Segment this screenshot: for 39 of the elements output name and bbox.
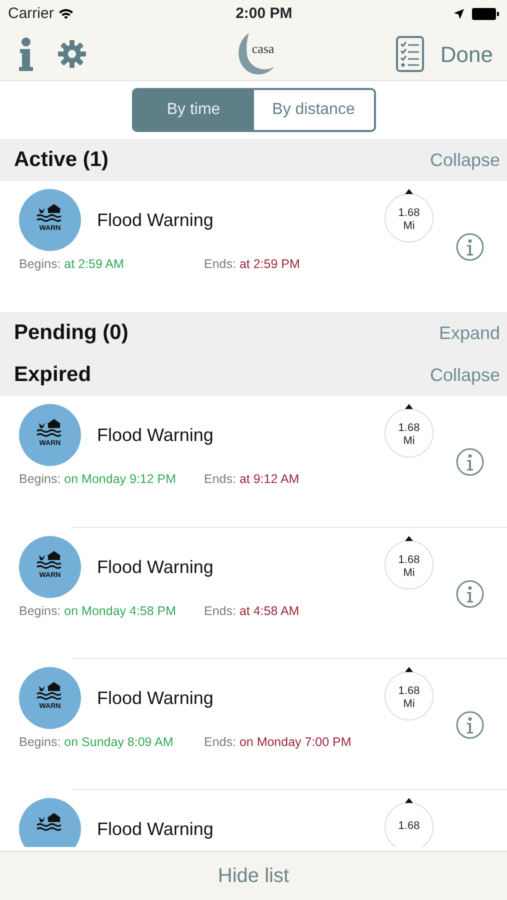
section-toggle-button[interactable]: Collapse	[430, 146, 500, 174]
info-icon[interactable]	[456, 580, 484, 608]
begins-time: Begins: on Sunday 8:09 AM	[19, 734, 174, 751]
info-icon[interactable]	[456, 711, 484, 739]
checklist-icon[interactable]	[396, 36, 424, 72]
distance-compass: 1.68 Mi	[384, 665, 434, 721]
wifi-icon	[58, 8, 74, 20]
section-toggle-button[interactable]: Collapse	[430, 362, 500, 388]
segment-tab[interactable]: By time	[134, 90, 254, 130]
section-toggle-button[interactable]: Expand	[438, 320, 500, 346]
alert-title: Flood Warning	[97, 424, 214, 447]
alert-title: Flood Warning	[97, 818, 214, 841]
begins-time: Begins: at 2:59 AM	[19, 256, 125, 273]
ends-time: Ends: at 4:58 AM	[204, 603, 300, 620]
distance-compass: 1.68 Mi	[384, 534, 434, 590]
section-title: Pending (0)	[14, 320, 128, 346]
section-title: Expired	[14, 362, 92, 388]
ends-time: Ends: on Monday 7:00 PM	[204, 734, 352, 751]
begins-time: Begins: on Monday 9:12 PM	[19, 471, 178, 488]
section-title: Active (1)	[14, 147, 109, 174]
flood-warning-icon	[19, 798, 81, 847]
alert-title: Flood Warning	[97, 208, 214, 232]
info-icon[interactable]	[18, 37, 34, 71]
hide-list-button[interactable]: Hide list	[212, 860, 296, 892]
distance-compass: 1.68 Mi	[384, 187, 434, 243]
distance-compass: 1.68 Mi	[384, 402, 434, 458]
carrier-label: Carrier	[8, 4, 54, 24]
begins-time: Begins: on Monday 4:58 PM	[19, 603, 178, 620]
location-arrow-icon	[454, 9, 464, 19]
ends-time: Ends: at 9:12 AM	[204, 471, 300, 488]
done-button[interactable]: Done	[440, 38, 493, 70]
battery-icon	[472, 8, 499, 20]
distance-compass: 1.68	[384, 796, 434, 847]
clock-time: 2:00 PM	[236, 4, 292, 24]
alert-title: Flood Warning	[97, 686, 214, 710]
ends-time: Ends: at 2:59 PM	[204, 256, 300, 273]
info-icon[interactable]	[456, 233, 484, 261]
info-icon[interactable]	[456, 448, 484, 476]
alert-title: Flood Warning	[97, 556, 214, 579]
